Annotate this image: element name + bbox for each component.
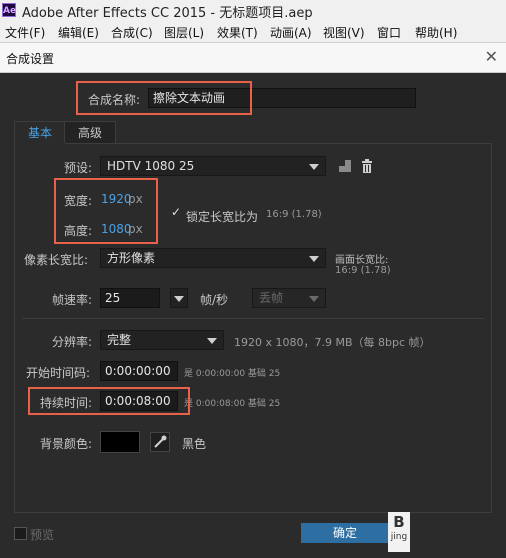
- resolution-dropdown[interactable]: 完整: [100, 330, 224, 350]
- after-effects-logo: Ae: [2, 3, 16, 17]
- menu-effect[interactable]: 效果(T): [217, 24, 258, 41]
- eyedropper-icon[interactable]: [150, 432, 170, 452]
- duration-highlight: [28, 387, 190, 415]
- menu-animation[interactable]: 动画(A): [270, 24, 312, 41]
- bg-color-swatch[interactable]: [100, 431, 140, 453]
- menu-help[interactable]: 帮助(H): [415, 24, 457, 41]
- window-titlebar: Ae Adobe After Effects CC 2015 - 无标题项目.a…: [0, 0, 506, 22]
- size-highlight: [54, 178, 158, 244]
- frame-aspect-label: 画面长宽比:: [335, 255, 389, 266]
- save-preset-icon[interactable]: [337, 158, 353, 174]
- bg-color-name: 黑色: [182, 437, 207, 451]
- watermark-glyph: B: [393, 513, 405, 531]
- watermark-text: jing: [390, 532, 408, 542]
- drop-frame-dropdown[interactable]: 丢帧: [252, 288, 326, 308]
- preview-label: 预览: [30, 528, 55, 542]
- duration-info: 是 0:00:08:00 基础 25: [184, 399, 281, 409]
- fps-unit: 帧/秒: [200, 293, 229, 307]
- lock-aspect-ratio: 16:9 (1.78): [266, 209, 322, 220]
- resolution-info: 1920 x 1080，7.9 MB（每 8bpc 帧）: [234, 336, 431, 349]
- menu-window[interactable]: 窗口: [377, 24, 401, 41]
- watermark-logo: B jing: [388, 512, 410, 552]
- menu-bar: 文件(F) 编辑(E) 合成(C) 图层(L) 效果(T) 动画(A) 视图(V…: [0, 22, 506, 43]
- start-timecode-label: 开始时间码:: [26, 366, 91, 380]
- chevron-down-icon: [309, 164, 319, 170]
- close-icon[interactable]: ✕: [485, 47, 498, 66]
- preset-value: HDTV 1080 25: [107, 159, 195, 173]
- chevron-down-icon: [207, 338, 217, 344]
- tab-basic[interactable]: 基本: [14, 121, 66, 144]
- resolution-value: 完整: [107, 333, 132, 347]
- preview-checkbox[interactable]: [14, 527, 27, 540]
- menu-view[interactable]: 视图(V): [323, 24, 365, 41]
- start-timecode-info: 是 0:00:00:00 基础 25: [184, 369, 281, 379]
- dialog-header: 合成设置 ✕: [0, 43, 506, 73]
- chevron-down-icon: [174, 296, 184, 302]
- lock-aspect-checkbox[interactable]: ✓: [171, 206, 182, 218]
- start-timecode-input[interactable]: 0:00:00:00: [100, 361, 178, 381]
- preset-label: 预设:: [64, 161, 93, 175]
- ok-button[interactable]: 确定: [301, 523, 389, 543]
- pixel-aspect-value: 方形像素: [107, 251, 156, 265]
- pixel-aspect-dropdown[interactable]: 方形像素: [100, 248, 326, 268]
- pixel-aspect-label: 像素长宽比:: [24, 253, 89, 267]
- comp-name-highlight: [76, 81, 252, 115]
- drop-frame-value: 丢帧: [259, 291, 284, 305]
- divider: [22, 318, 484, 319]
- window-title: Adobe After Effects CC 2015 - 无标题项目.aep: [22, 6, 313, 21]
- tab-advanced[interactable]: 高级: [64, 121, 116, 143]
- preset-dropdown[interactable]: HDTV 1080 25: [100, 156, 326, 176]
- menu-file[interactable]: 文件(F): [5, 24, 45, 41]
- frame-rate-label: 帧速率:: [52, 293, 93, 307]
- menu-layer[interactable]: 图层(L): [164, 24, 204, 41]
- menu-composition[interactable]: 合成(C): [111, 24, 153, 41]
- trash-icon[interactable]: [359, 158, 375, 174]
- lock-aspect-label: 锁定长宽比为: [186, 210, 259, 224]
- chevron-down-icon: [309, 256, 319, 262]
- menu-edit[interactable]: 编辑(E): [58, 24, 99, 41]
- dialog-title: 合成设置: [6, 52, 55, 66]
- chevron-down-icon: [309, 296, 319, 302]
- frame-aspect-value: 16:9 (1.78): [335, 265, 391, 276]
- bg-color-label: 背景颜色:: [40, 437, 93, 451]
- frame-rate-dropdown[interactable]: [170, 288, 188, 308]
- frame-rate-input[interactable]: 25: [100, 288, 160, 308]
- resolution-label: 分辨率:: [52, 335, 93, 349]
